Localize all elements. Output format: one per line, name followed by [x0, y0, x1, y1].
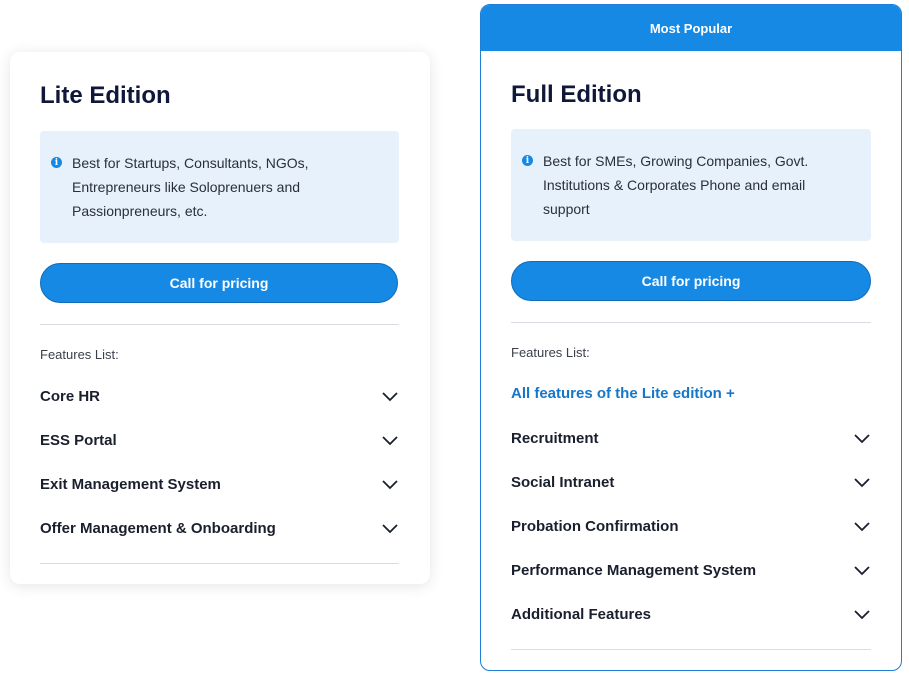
feature-label: Offer Management & Onboarding [40, 519, 276, 537]
lite-edition-title: Lite Edition [40, 82, 171, 109]
full-info-text: Best for SMEs, Growing Companies, Govt. … [543, 153, 809, 217]
chevron-down-icon[interactable] [381, 390, 399, 402]
lite-feature-exit-management[interactable]: Exit Management System [40, 471, 399, 497]
chevron-down-icon[interactable] [853, 608, 871, 620]
feature-label: Performance Management System [511, 561, 757, 579]
full-feature-performance-management[interactable]: Performance Management System [511, 557, 871, 583]
chevron-down-icon[interactable] [853, 520, 871, 532]
chevron-down-icon[interactable] [381, 522, 399, 534]
feature-label: Exit Management System [40, 475, 221, 493]
info-icon: i [51, 157, 62, 168]
lite-call-for-pricing-button[interactable]: Call for pricing [40, 263, 398, 303]
lite-feature-offer-management[interactable]: Offer Management & Onboarding [40, 515, 399, 541]
chevron-down-icon[interactable] [853, 432, 871, 444]
feature-label: Additional Features [511, 605, 652, 623]
lite-feature-ess-portal[interactable]: ESS Portal [40, 427, 399, 453]
chevron-down-icon[interactable] [381, 434, 399, 446]
full-feature-recruitment[interactable]: Recruitment [511, 425, 871, 451]
divider [511, 649, 871, 650]
divider [511, 322, 871, 323]
chevron-down-icon[interactable] [381, 478, 399, 490]
info-icon: i [522, 155, 533, 166]
feature-label: Probation Confirmation [511, 517, 679, 535]
lite-edition-card: Lite Edition i Best for Startups, Consul… [10, 52, 430, 584]
lite-info-box: i Best for Startups, Consultants, NGOs, … [40, 131, 399, 243]
feature-label: ESS Portal [40, 431, 117, 449]
full-feature-social-intranet[interactable]: Social Intranet [511, 469, 871, 495]
lite-feature-core-hr[interactable]: Core HR [40, 383, 399, 409]
all-lite-features-link[interactable]: All features of the Lite edition + [511, 385, 735, 402]
chevron-down-icon[interactable] [853, 476, 871, 488]
most-popular-badge: Most Popular [481, 5, 901, 51]
full-info-box: i Best for SMEs, Growing Companies, Govt… [511, 129, 871, 241]
feature-label: Recruitment [511, 429, 599, 447]
full-call-for-pricing-button[interactable]: Call for pricing [511, 261, 871, 301]
feature-label: Core HR [40, 387, 101, 405]
full-feature-additional-features[interactable]: Additional Features [511, 601, 871, 627]
lite-features-label: Features List: [40, 347, 119, 362]
full-features-label: Features List: [511, 345, 590, 360]
full-feature-probation-confirmation[interactable]: Probation Confirmation [511, 513, 871, 539]
divider [40, 563, 399, 564]
lite-info-text: Best for Startups, Consultants, NGOs, En… [72, 155, 309, 219]
divider [40, 324, 399, 325]
full-edition-card: Most Popular Full Edition i Best for SME… [480, 4, 902, 671]
chevron-down-icon[interactable] [853, 564, 871, 576]
feature-label: Social Intranet [511, 473, 615, 491]
full-edition-title: Full Edition [511, 81, 642, 108]
